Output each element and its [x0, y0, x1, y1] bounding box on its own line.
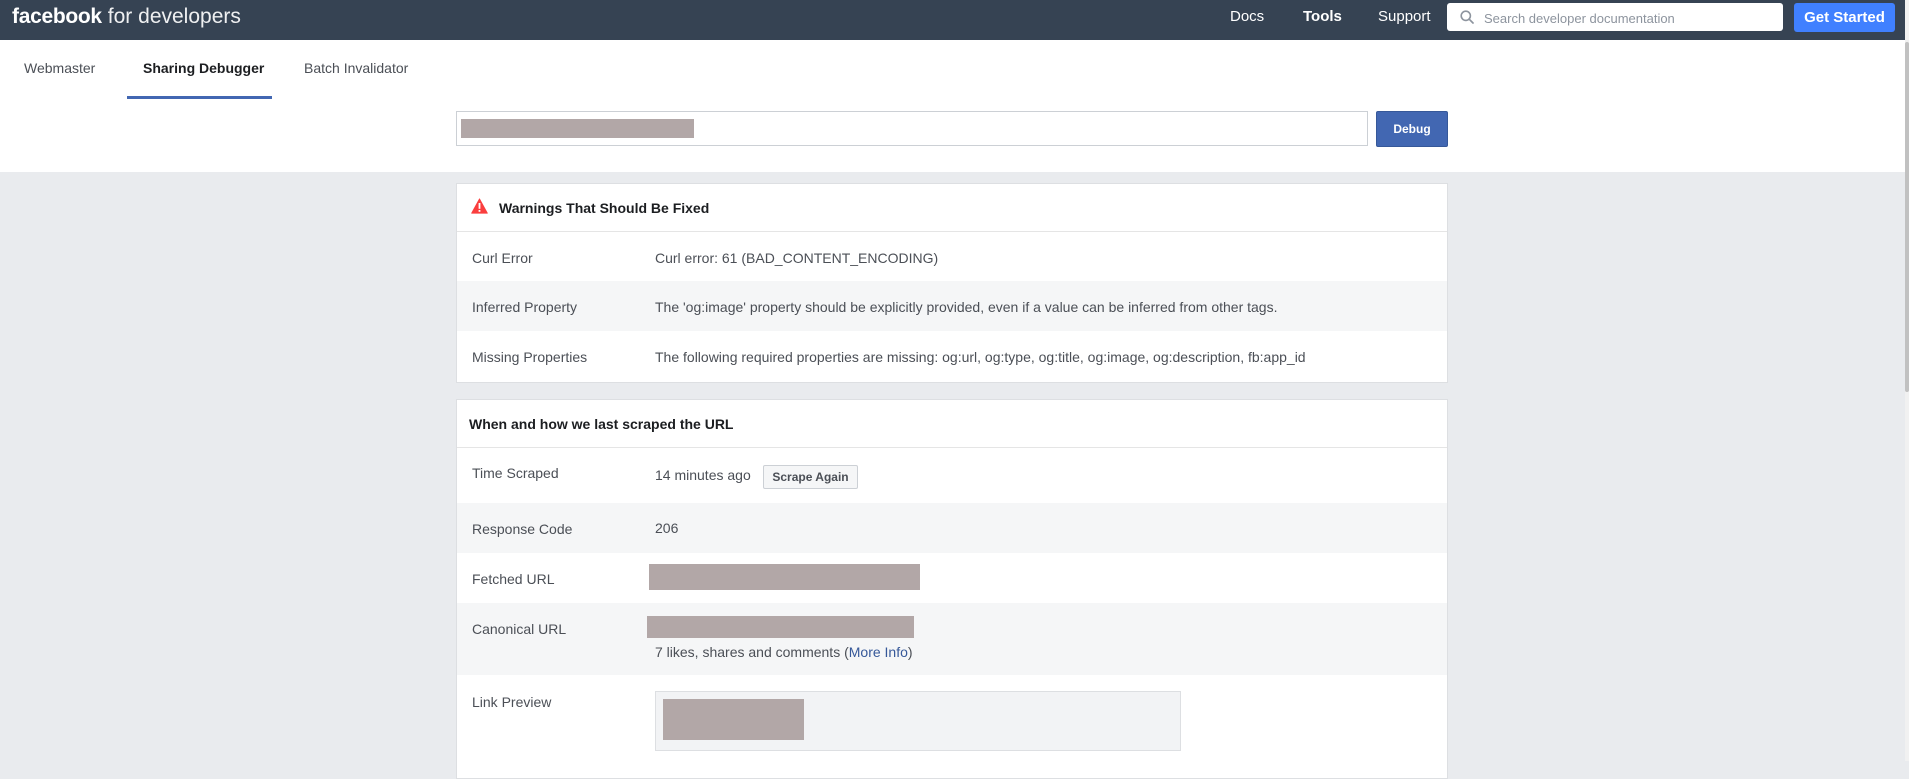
scrollbar-thumb[interactable]: [1905, 42, 1909, 392]
more-info-link[interactable]: More Info: [849, 644, 908, 660]
row-label: Inferred Property: [472, 299, 578, 315]
tool-header: Webmaster Sharing Debugger Batch Invalid…: [0, 40, 1905, 172]
debug-button[interactable]: Debug: [1376, 111, 1448, 147]
row-label: Curl Error: [472, 250, 533, 266]
redacted-preview-image: [663, 699, 804, 740]
engagement-close: ): [907, 644, 913, 660]
time-scraped-value: 14 minutes ago: [655, 467, 751, 483]
search-icon: [1460, 10, 1474, 24]
link-preview-box[interactable]: [655, 691, 1181, 751]
scrape-info-card: When and how we last scraped the URL Tim…: [456, 399, 1448, 779]
link-preview-label: Link Preview: [472, 694, 552, 710]
search-input[interactable]: [1482, 7, 1776, 29]
scrape-again-button[interactable]: Scrape Again: [763, 465, 858, 489]
brand-suffix: for developers: [107, 5, 241, 28]
nav-docs-link[interactable]: Docs: [1230, 8, 1264, 26]
active-tab-indicator: [127, 96, 272, 99]
response-code-value: 206: [655, 520, 679, 536]
table-row: Curl Error Curl error: 61 (BAD_CONTENT_E…: [457, 232, 1447, 281]
get-started-button[interactable]: Get Started: [1794, 3, 1895, 32]
fetched-url-label: Fetched URL: [472, 571, 555, 587]
link-preview-row: Link Preview: [457, 675, 1447, 778]
redacted-fetched-url: [649, 564, 920, 590]
canonical-url-label: Canonical URL: [472, 621, 567, 637]
response-code-label: Response Code: [472, 521, 573, 537]
engagement-text: 7 likes, shares and comments (: [655, 644, 849, 660]
tab-batch-invalidator[interactable]: Batch Invalidator: [304, 60, 408, 76]
nav-tools-link[interactable]: Tools: [1303, 8, 1342, 26]
time-scraped-label: Time Scraped: [472, 465, 559, 481]
warning-triangle-icon: [471, 198, 488, 214]
table-row: Missing Properties The following require…: [457, 331, 1447, 382]
brand-name: facebook: [12, 5, 102, 28]
redacted-url-value: [461, 119, 694, 138]
facebook-for-developers-logo[interactable]: facebook for developers: [12, 5, 241, 29]
tab-webmaster[interactable]: Webmaster: [24, 60, 95, 76]
row-value: The following required properties are mi…: [655, 349, 1306, 365]
top-navigation-bar: facebook for developers Docs Tools Suppor…: [0, 0, 1909, 40]
warnings-card-header: Warnings That Should Be Fixed: [457, 184, 1447, 232]
scrape-card-title: When and how we last scraped the URL: [469, 416, 734, 432]
warnings-title: Warnings That Should Be Fixed: [499, 200, 710, 216]
redacted-canonical-url: [647, 616, 914, 638]
search-box: [1447, 3, 1783, 31]
tab-sharing-debugger[interactable]: Sharing Debugger: [143, 60, 264, 76]
url-input[interactable]: [456, 111, 1368, 146]
time-scraped-row: Time Scraped 14 minutes ago Scrape Again: [457, 448, 1447, 503]
row-value: The 'og:image' property should be explic…: [655, 299, 1278, 315]
fetched-url-row: Fetched URL: [457, 553, 1447, 603]
warnings-card: Warnings That Should Be Fixed Curl Error…: [456, 183, 1448, 383]
engagement-count: 7 likes, shares and comments (More Info): [655, 644, 913, 660]
nav-support-link[interactable]: Support: [1378, 8, 1431, 26]
scrape-card-header: When and how we last scraped the URL: [457, 400, 1447, 448]
row-value: Curl error: 61 (BAD_CONTENT_ENCODING): [655, 250, 939, 266]
row-label: Missing Properties: [472, 349, 588, 365]
canonical-url-row: Canonical URL 7 likes, shares and commen…: [457, 603, 1447, 675]
response-code-row: Response Code 206: [457, 503, 1447, 553]
table-row: Inferred Property The 'og:image' propert…: [457, 281, 1447, 331]
